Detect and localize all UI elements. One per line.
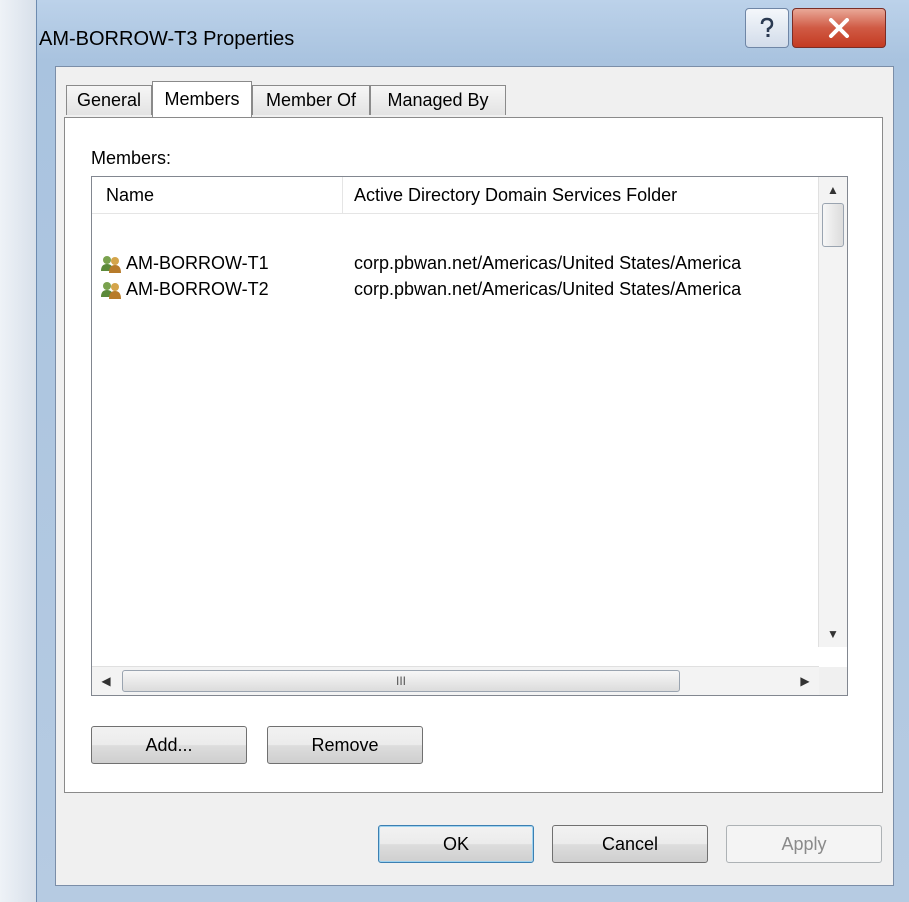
scroll-down-icon[interactable]: ▼ <box>819 621 847 647</box>
tab-managed-by[interactable]: Managed By <box>370 85 506 115</box>
desktop-background <box>0 0 36 902</box>
group-icon <box>101 256 121 273</box>
title-bar[interactable]: AM-BORROW-T3 Properties <box>37 0 909 56</box>
members-list[interactable]: Name Active Directory Domain Services Fo… <box>91 176 848 696</box>
cancel-button[interactable]: Cancel <box>552 825 708 863</box>
scroll-up-icon[interactable]: ▲ <box>819 177 847 203</box>
list-header: Name Active Directory Domain Services Fo… <box>92 177 819 214</box>
members-label: Members: <box>91 148 172 168</box>
member-folder: corp.pbwan.net/Americas/United States/Am… <box>354 253 742 273</box>
properties-dialog: AM-BORROW-T3 Properties General Members … <box>36 0 909 902</box>
member-folder: corp.pbwan.net/Americas/United States/Am… <box>354 279 742 299</box>
scroll-left-icon[interactable]: ◀ <box>92 667 120 695</box>
vertical-scroll-thumb[interactable] <box>822 203 844 247</box>
scrollbar-corner <box>819 667 847 695</box>
group-icon <box>101 282 121 299</box>
list-item[interactable]: AM-BORROW-T1 corp.pbwan.net/Americas/Uni… <box>92 251 819 277</box>
dialog-client-area: General Members Member Of Managed By Mem… <box>55 66 894 886</box>
tab-general[interactable]: General <box>66 85 152 115</box>
scroll-grip: III <box>395 674 406 688</box>
column-divider[interactable] <box>342 177 343 213</box>
remove-button[interactable]: Remove <box>267 726 423 764</box>
horizontal-scroll-thumb[interactable]: III <box>122 670 680 692</box>
members-tab-panel: Members: Name Active Directory Domain Se… <box>64 117 883 793</box>
close-button[interactable] <box>792 8 886 48</box>
help-icon <box>760 17 774 37</box>
tab-members[interactable]: Members <box>152 81 252 117</box>
tab-member-of[interactable]: Member Of <box>252 85 370 115</box>
help-button[interactable] <box>745 8 789 48</box>
list-item[interactable]: AM-BORROW-T2 corp.pbwan.net/Americas/Uni… <box>92 277 819 303</box>
member-name: AM-BORROW-T2 <box>126 279 269 299</box>
window-title: AM-BORROW-T3 Properties <box>39 28 295 50</box>
column-header-name[interactable]: Name <box>106 185 154 206</box>
list-rows: AM-BORROW-T1 corp.pbwan.net/Americas/Uni… <box>92 251 819 303</box>
scroll-right-icon[interactable]: ▶ <box>791 667 819 695</box>
ok-button[interactable]: OK <box>378 825 534 863</box>
horizontal-scrollbar[interactable]: ◀ III ▶ <box>92 666 819 695</box>
apply-button[interactable]: Apply <box>726 825 882 863</box>
member-name: AM-BORROW-T1 <box>126 253 269 273</box>
add-button[interactable]: Add... <box>91 726 247 764</box>
close-icon <box>829 18 849 38</box>
column-header-folder[interactable]: Active Directory Domain Services Folder <box>354 185 677 206</box>
vertical-scrollbar[interactable]: ▲ ▼ <box>818 177 847 647</box>
